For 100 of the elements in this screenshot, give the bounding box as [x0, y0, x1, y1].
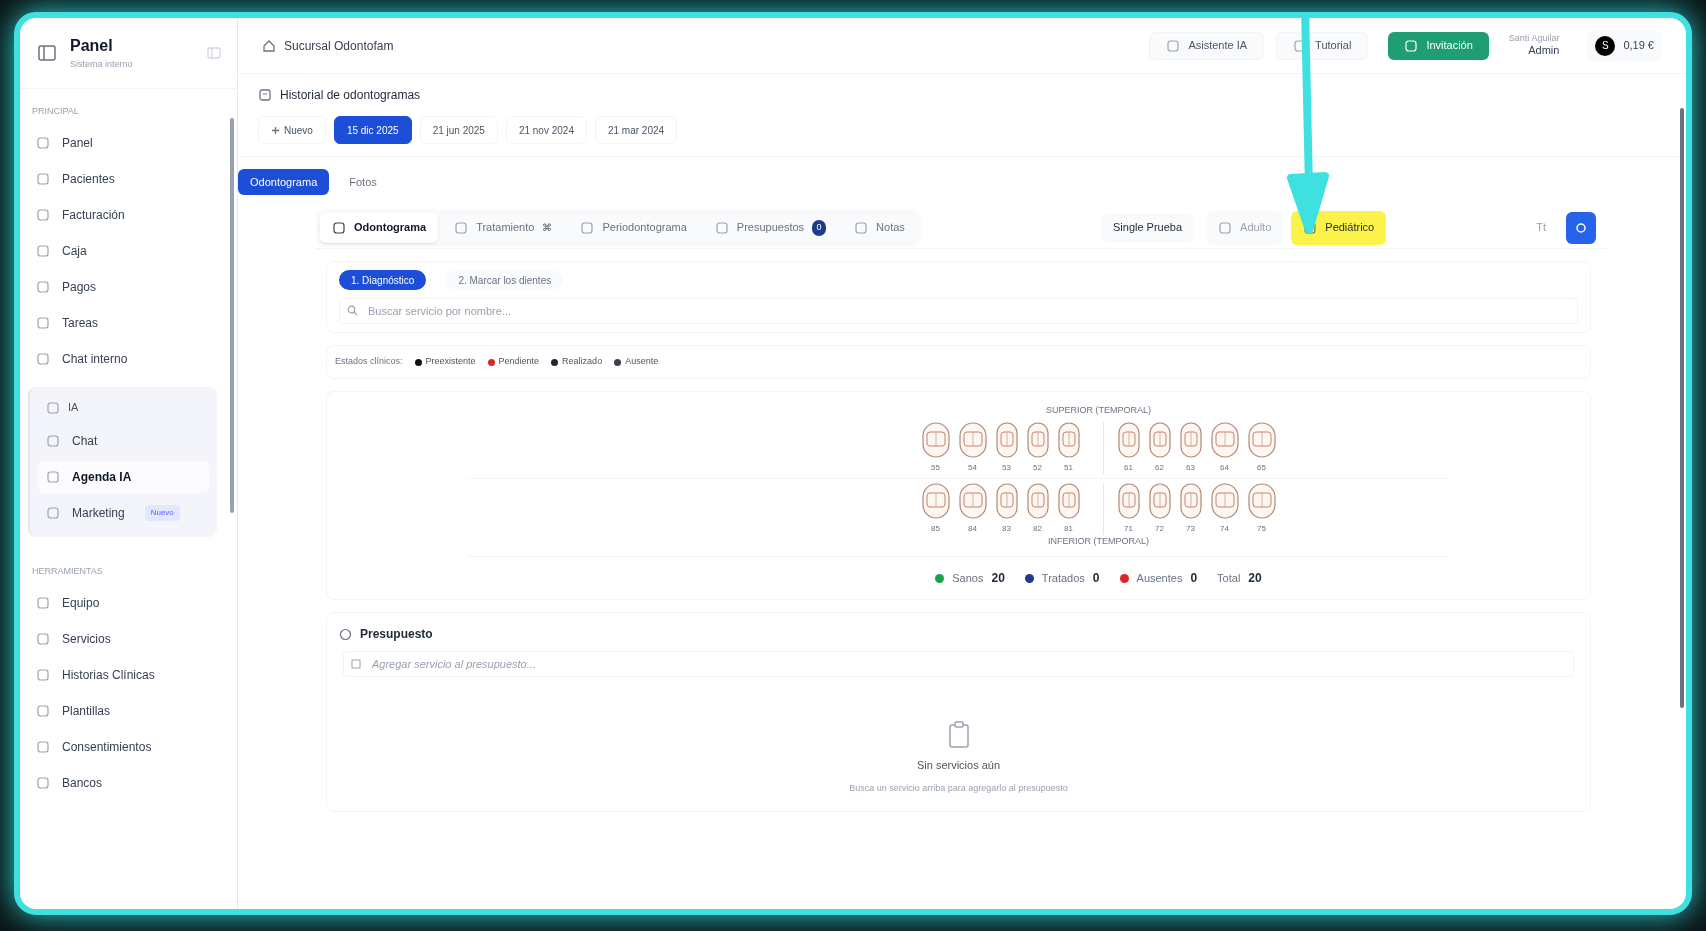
- tooth-drawing[interactable]: [1117, 482, 1140, 519]
- item-icon: [36, 207, 50, 222]
- tooth-number: 75: [1257, 522, 1266, 535]
- sub-tab[interactable]: Notas: [842, 212, 917, 243]
- sub-tab[interactable]: Presupuestos 0: [702, 212, 839, 243]
- tooth-drawing[interactable]: [1148, 421, 1171, 458]
- sidebar-item[interactable]: Chat interno: [28, 342, 217, 375]
- date-chip[interactable]: 21 jun 2025: [419, 116, 498, 144]
- sidebar-item[interactable]: Bancos: [28, 766, 217, 799]
- balance-amount: 0,19 €: [1623, 38, 1654, 54]
- budget-title: Presupuesto: [360, 626, 433, 643]
- tooth-drawing[interactable]: [1179, 421, 1202, 458]
- item-icon: [36, 351, 50, 366]
- sidebar-item[interactable]: Panel: [28, 126, 217, 159]
- legend-item: Pendiente: [498, 355, 540, 369]
- search-field[interactable]: Buscar servicio por nombre...: [339, 298, 1578, 324]
- date-chip[interactable]: 15 dic 2025: [333, 116, 412, 144]
- sidebar-item[interactable]: Facturación: [28, 198, 217, 231]
- sidebar-item[interactable]: Pagos: [28, 270, 217, 303]
- tooth-drawing[interactable]: [958, 421, 987, 458]
- patient-name: Single Prueba: [1101, 212, 1195, 243]
- sidebar-item[interactable]: Historias Clínicas: [28, 658, 217, 691]
- avatar: S: [1595, 35, 1616, 56]
- shortcut-hint: ⌘: [542, 221, 553, 235]
- item-icon: [36, 243, 50, 258]
- arch-label: INFERIOR (TEMPORAL): [1048, 534, 1149, 548]
- sidebar-item[interactable]: Plantillas: [28, 694, 217, 727]
- step-pill[interactable]: 2. Marcar los dientes: [446, 270, 564, 290]
- legend-label: Estados clínicos:: [335, 355, 403, 369]
- summary-value: 20: [1248, 570, 1262, 587]
- tooth-drawing[interactable]: [1210, 482, 1239, 519]
- tooth-number: 82: [1033, 522, 1042, 535]
- tooth-number: 53: [1002, 461, 1011, 474]
- view-tab[interactable]: Odontograma: [238, 169, 330, 195]
- tooth-drawing[interactable]: [1057, 421, 1080, 458]
- item-icon: [36, 135, 50, 150]
- tooth-number: 55: [931, 461, 940, 474]
- tooth-drawing[interactable]: [1247, 482, 1276, 519]
- sidebar-item[interactable]: Marketing Nuevo: [38, 496, 209, 529]
- mode-button[interactable]: Pediátrico: [1291, 210, 1387, 245]
- date-chip[interactable]: 21 nov 2024: [505, 116, 587, 144]
- scrollbar[interactable]: [230, 118, 234, 513]
- sidebar-item[interactable]: Consentimientos: [28, 730, 217, 763]
- sidebar-item[interactable]: Equipo: [28, 586, 217, 619]
- new-badge: Nuevo: [144, 504, 180, 521]
- tooth-number: 73: [1186, 522, 1195, 535]
- summary-label: Tratados: [1041, 570, 1085, 586]
- tooth-drawing[interactable]: [995, 482, 1018, 519]
- tooth-drawing[interactable]: [1179, 482, 1202, 519]
- group-label: IA: [68, 400, 79, 416]
- tooth-drawing[interactable]: [995, 421, 1018, 458]
- sub-tab[interactable]: Periodontograma: [568, 212, 699, 243]
- legend-item: Preexistente: [425, 355, 476, 369]
- settings-button[interactable]: [1566, 211, 1596, 244]
- tooth-drawing[interactable]: [958, 482, 987, 519]
- header-button[interactable]: Tutorial: [1276, 31, 1369, 60]
- tooth-number: 52: [1033, 461, 1042, 474]
- summary-label: Sanos: [952, 570, 984, 586]
- date-chip[interactable]: 21 mar 2024: [594, 116, 678, 144]
- new-button[interactable]: Nuevo: [258, 116, 326, 144]
- home-icon: [262, 38, 276, 53]
- sidebar-item[interactable]: Agenda IA: [38, 460, 209, 493]
- tooth-drawing[interactable]: [1057, 482, 1080, 519]
- tooth-number: 62: [1155, 461, 1164, 474]
- summary-value: 0: [1190, 570, 1198, 587]
- sidebar-item[interactable]: Pacientes: [28, 162, 217, 195]
- sub-tab[interactable]: Odontograma: [320, 212, 439, 243]
- user-name: Santi Aguilar: [1508, 33, 1560, 45]
- tooth-drawing[interactable]: [1247, 421, 1276, 458]
- sidebar-item[interactable]: Caja: [28, 234, 217, 267]
- scrollbar[interactable]: [1680, 108, 1684, 708]
- sub-tab[interactable]: Tratamiento ⌘: [442, 212, 565, 243]
- summary-label: Total: [1217, 570, 1241, 586]
- step-pill[interactable]: 1. Diagnóstico: [339, 270, 427, 290]
- tooth-drawing[interactable]: [921, 421, 950, 458]
- tooth-number: 74: [1220, 522, 1229, 535]
- tooth-drawing[interactable]: [1026, 421, 1049, 458]
- tab-icon: [332, 220, 346, 235]
- tooth-number: 72: [1155, 522, 1164, 535]
- item-icon: [46, 505, 60, 520]
- view-tab[interactable]: Fotos: [337, 169, 389, 195]
- plus-icon: [271, 125, 280, 135]
- sidebar-item[interactable]: Tareas: [28, 306, 217, 339]
- tooth-number: 64: [1220, 461, 1229, 474]
- tooth-drawing[interactable]: [921, 482, 950, 519]
- tooth-drawing[interactable]: [1117, 421, 1140, 458]
- header-button[interactable]: Asistente IA: [1149, 31, 1265, 60]
- budget-search-field[interactable]: Agregar servicio al presupuesto...: [343, 651, 1574, 677]
- empty-state-text: Busca un servicio arriba para agregarlo al presupuesto: [849, 781, 1068, 795]
- tooth-drawing[interactable]: [1026, 482, 1049, 519]
- app-title: Panel: [70, 36, 114, 56]
- user-role: Admin: [1528, 44, 1560, 58]
- tooth-drawing[interactable]: [1210, 421, 1239, 458]
- tooth-number: 63: [1186, 461, 1195, 474]
- item-icon: [36, 279, 50, 294]
- sidebar-item[interactable]: Chat: [38, 424, 209, 457]
- sidebar-item[interactable]: Servicios: [28, 622, 217, 655]
- balance-chip[interactable]: S 0,19 €: [1587, 30, 1662, 61]
- tooth-drawing[interactable]: [1148, 482, 1171, 519]
- app-subtitle: Sistema interno: [70, 58, 133, 71]
